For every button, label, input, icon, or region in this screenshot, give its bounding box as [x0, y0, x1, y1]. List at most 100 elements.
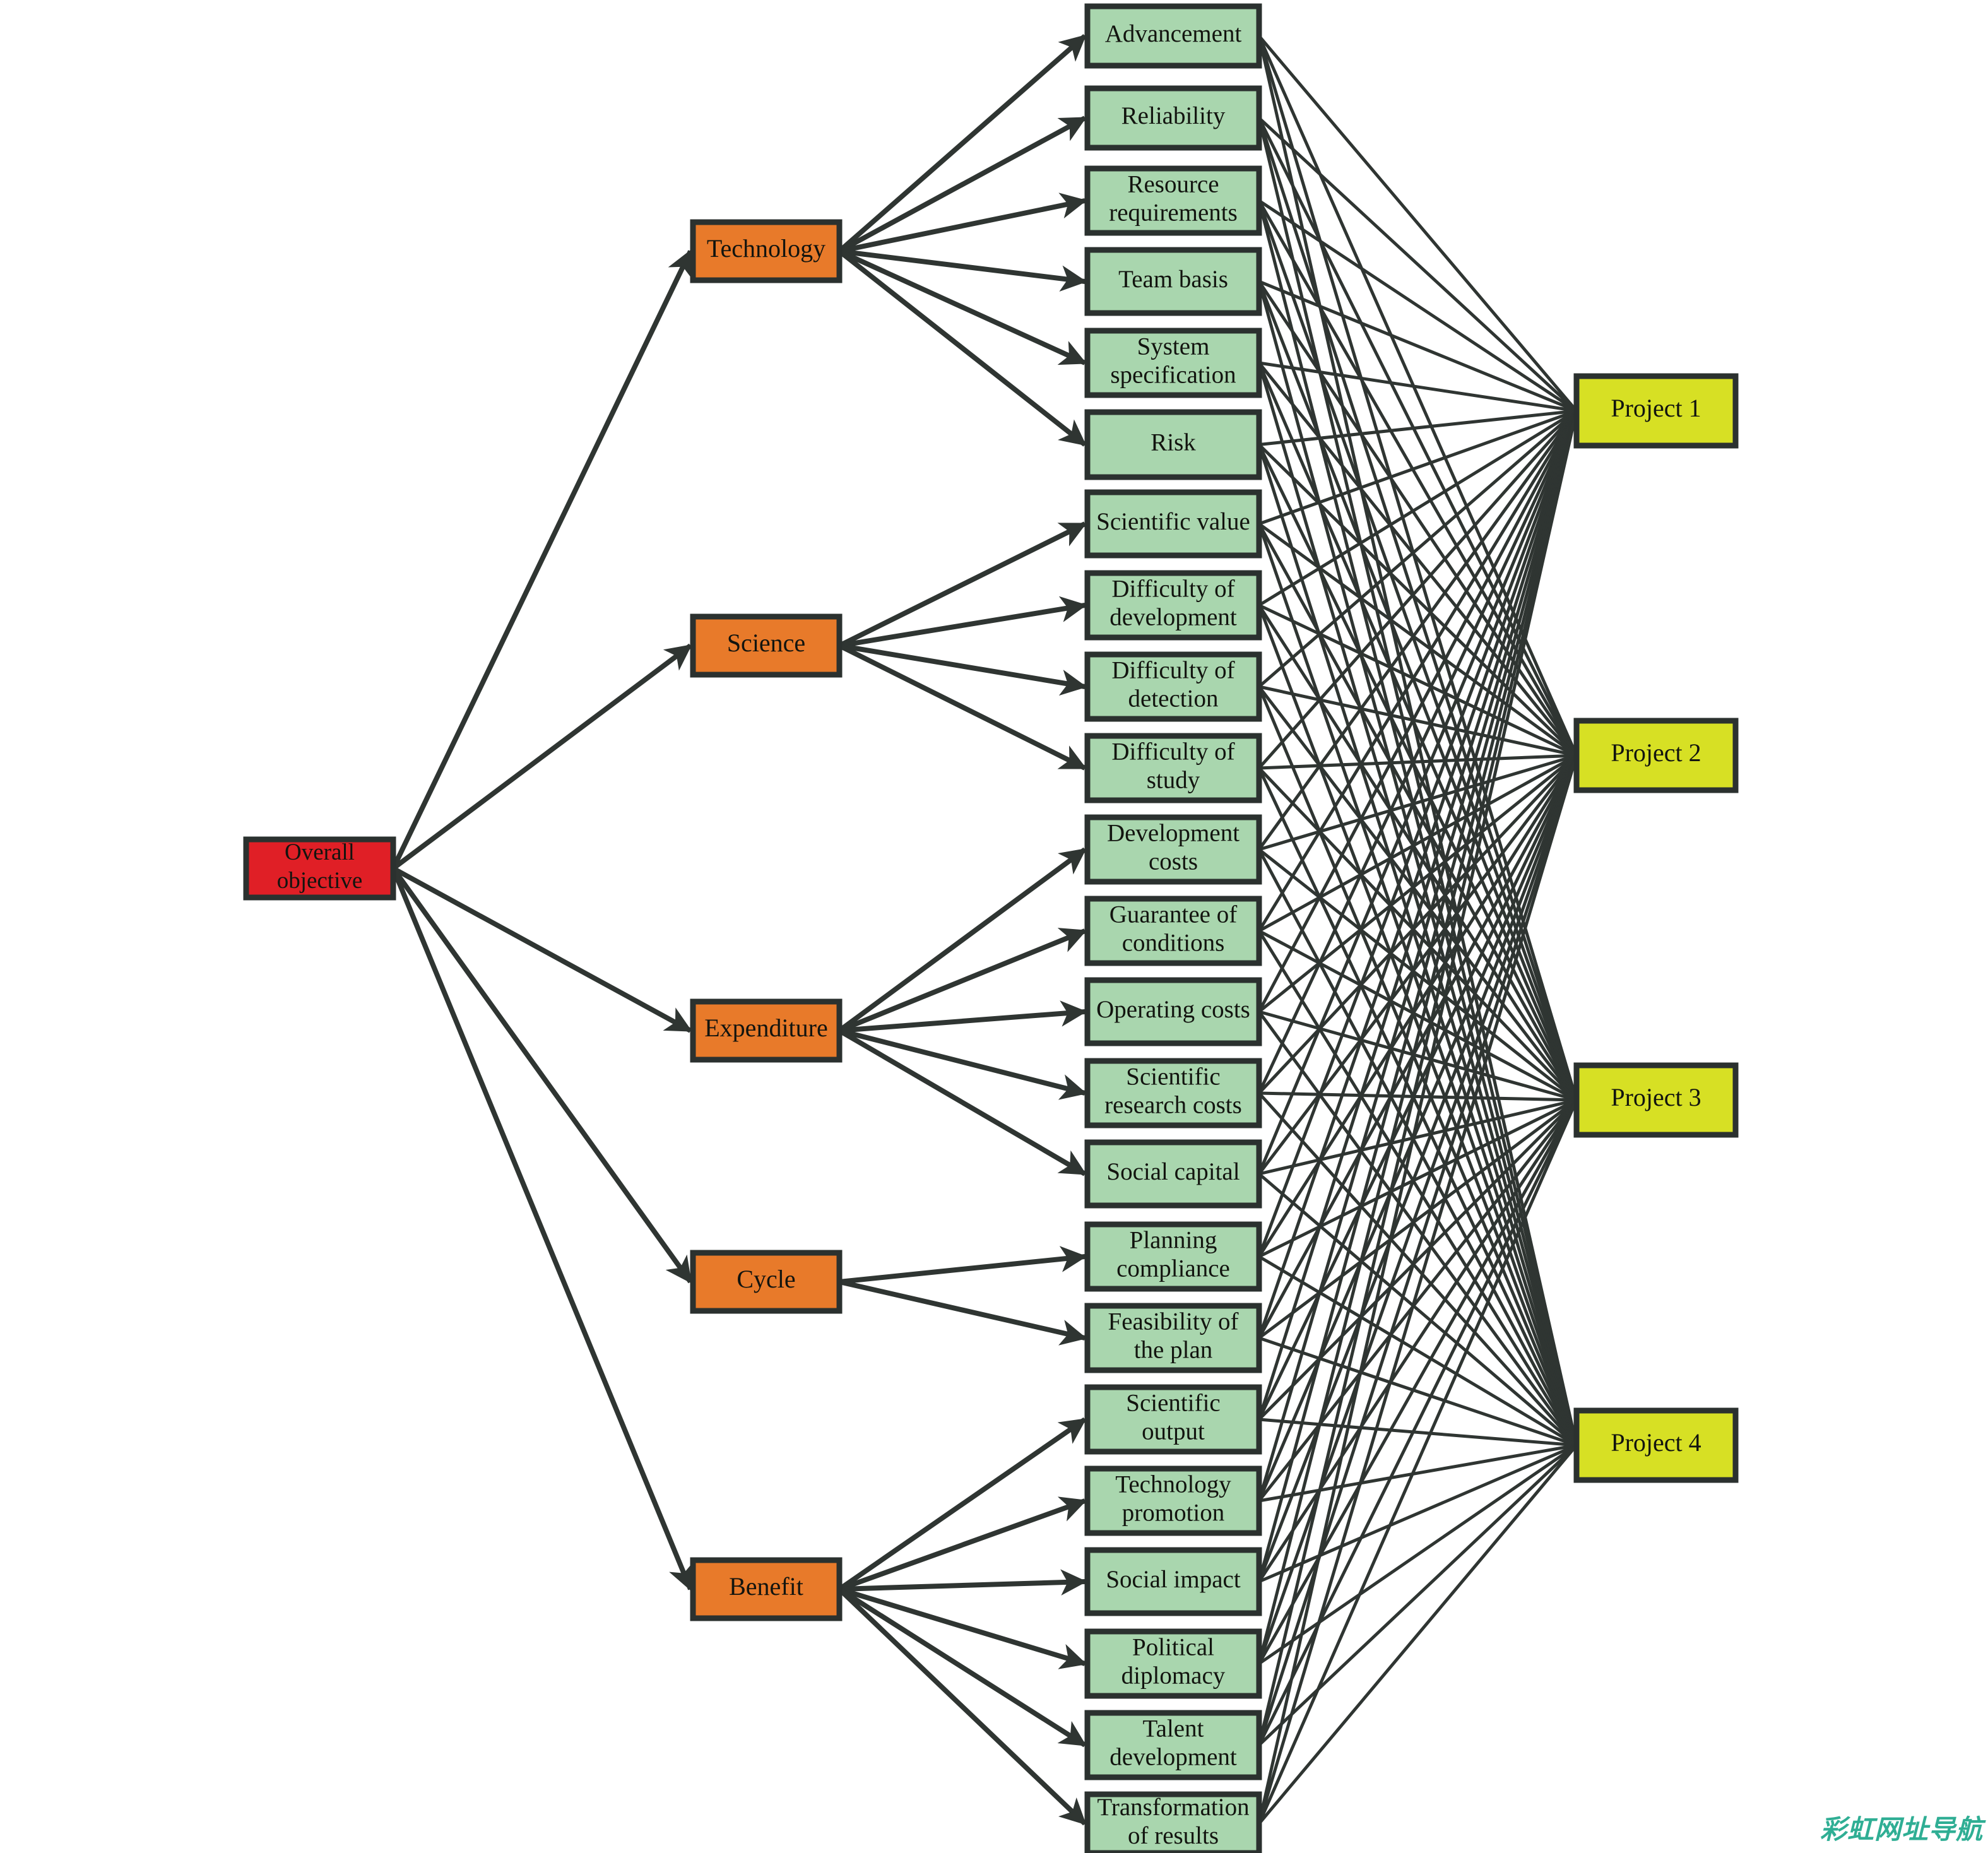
subcriterion-scientific-research-costs[interactable]: Scientificresearch costs	[1084, 1058, 1262, 1128]
subcriterion-development-costs-label: costs	[1149, 848, 1198, 875]
link-goal-to-expenditure	[392, 866, 692, 1033]
subcriterion-political-diplomacy[interactable]: Politicaldiplomacy	[1084, 1628, 1262, 1699]
link-expenditure-to-scientific-research-costs	[839, 1028, 1087, 1100]
hierarchy-links	[391, 33, 1087, 1826]
criterion-science-label: Science	[727, 629, 805, 657]
goal-node-label: Overall	[285, 839, 355, 865]
link-scientific-research-costs-to-project-3	[1258, 1091, 1577, 1102]
subcriterion-guarantee-conditions[interactable]: Guarantee ofconditions	[1084, 896, 1262, 966]
link-benefit-to-social-impact	[839, 1569, 1087, 1595]
subcriterion-scientific-value[interactable]: Scientific value	[1084, 489, 1262, 559]
subcriterion-risk[interactable]: Risk	[1084, 409, 1262, 480]
subcriterion-system-specification-label: specification	[1110, 361, 1236, 388]
link-operating-costs-to-project-1	[1257, 410, 1578, 1013]
subcriterion-risk-label: Risk	[1151, 429, 1196, 456]
link-transformation-results-to-project-4	[1258, 1444, 1578, 1825]
subcriterion-technology-promotion-label: Technology	[1115, 1471, 1231, 1498]
subcriterion-scientific-output-label: output	[1142, 1418, 1205, 1445]
criterion-expenditure-label: Expenditure	[704, 1014, 828, 1042]
subcriterion-scientific-value-label: Scientific value	[1096, 508, 1250, 535]
subcriterion-political-diplomacy-label: Political	[1132, 1633, 1214, 1661]
subcriterion-feasibility-plan-label: the plan	[1134, 1336, 1213, 1363]
alternative-project-4-label: Project 4	[1611, 1428, 1701, 1457]
subcriterion-feasibility-plan-label: Feasibility of	[1108, 1308, 1239, 1335]
subcriterion-technology-promotion[interactable]: Technologypromotion	[1084, 1465, 1262, 1536]
subcriterion-difficulty-development[interactable]: Difficulty ofdevelopment	[1084, 570, 1262, 641]
subcriterion-guarantee-conditions-label: conditions	[1122, 929, 1225, 956]
nodes-layer: Overall objective Technology Science Expendi…	[243, 3, 1739, 1853]
subcriterion-social-impact[interactable]: Social impact	[1084, 1547, 1262, 1616]
subcriterion-reliability-label: Reliability	[1121, 102, 1226, 129]
subcriterion-difficulty-detection-label: Difficulty of	[1111, 656, 1234, 684]
subcriterion-difficulty-detection[interactable]: Difficulty ofdetection	[1084, 651, 1262, 722]
subcriterion-feasibility-plan[interactable]: Feasibility ofthe plan	[1084, 1303, 1262, 1373]
subcriterion-operating-costs[interactable]: Operating costs	[1084, 977, 1262, 1046]
subcriterion-talent-development[interactable]: Talentdevelopment	[1084, 1710, 1262, 1780]
subcriterion-resource-requirements-label: requirements	[1109, 199, 1238, 226]
subcriterion-talent-development-label: Talent	[1143, 1715, 1204, 1742]
criterion-technology-label: Technology	[707, 234, 825, 263]
criterion-cycle[interactable]: Cycle	[690, 1250, 843, 1314]
subcriterion-reliability[interactable]: Reliability	[1084, 85, 1262, 151]
subcriterion-development-costs-label: Development	[1107, 819, 1240, 846]
subcriterion-development-costs[interactable]: Developmentcosts	[1084, 814, 1262, 885]
criterion-cycle-label: Cycle	[737, 1265, 795, 1293]
subcriterion-scientific-research-costs-label: research costs	[1104, 1091, 1242, 1118]
subcriterion-social-capital-label: Social capital	[1106, 1158, 1240, 1185]
alternative-project-1[interactable]: Project 1	[1573, 373, 1739, 449]
subcriterion-advancement-label: Advancement	[1105, 20, 1242, 47]
alternative-project-3[interactable]: Project 3	[1573, 1062, 1739, 1138]
criterion-science[interactable]: Science	[690, 613, 843, 678]
subcriterion-scientific-output[interactable]: Scientificoutput	[1084, 1384, 1262, 1455]
subcriterion-guarantee-conditions-label: Guarantee of	[1109, 901, 1237, 928]
link-cycle-to-feasibility-plan	[839, 1279, 1087, 1346]
subcriterion-social-impact-label: Social impact	[1106, 1566, 1241, 1593]
subcriterion-system-specification[interactable]: Systemspecification	[1084, 328, 1262, 398]
ahp-hierarchy-diagram: Overall objective Technology Science Expendi…	[243, 3, 1739, 1853]
subcriterion-resource-requirements[interactable]: Resourcerequirements	[1084, 165, 1262, 236]
criterion-technology[interactable]: Technology	[690, 219, 843, 283]
subcriterion-planning-compliance-label: compliance	[1116, 1255, 1230, 1282]
subcriterion-difficulty-detection-label: detection	[1128, 685, 1219, 712]
link-expenditure-to-social-capital	[837, 1028, 1087, 1176]
link-goal-to-cycle	[391, 867, 693, 1284]
link-difficulty-study-to-project-2	[1258, 754, 1577, 770]
subcriterion-team-basis[interactable]: Team basis	[1084, 247, 1262, 316]
criterion-expenditure[interactable]: Expenditure	[690, 998, 843, 1063]
subcriterion-difficulty-study-label: study	[1147, 766, 1200, 793]
link-expenditure-to-development-costs	[837, 847, 1087, 1033]
link-technology-to-resource-requirements	[839, 192, 1087, 254]
link-benefit-to-talent-development	[837, 1587, 1087, 1748]
subcriterion-transformation-results-label: Transformation	[1097, 1794, 1249, 1821]
subcriterion-planning-compliance[interactable]: Planningcompliance	[1084, 1221, 1262, 1292]
goal-node[interactable]: Overall objective	[243, 836, 396, 901]
subcriterion-scientific-output-label: Scientific	[1126, 1389, 1220, 1416]
subcriterion-operating-costs-label: Operating costs	[1096, 996, 1250, 1023]
link-cycle-to-planning-compliance	[839, 1246, 1087, 1284]
subcriterion-talent-development-label: development	[1109, 1743, 1237, 1770]
link-technology-to-reliability	[838, 115, 1087, 254]
watermark-text: 彩虹网址导航	[1819, 1814, 1983, 1845]
subcriterion-transformation-results[interactable]: Transformationof results	[1084, 1791, 1262, 1853]
subcriterion-planning-compliance-label: Planning	[1130, 1226, 1217, 1253]
subcriterion-difficulty-study-label: Difficulty of	[1111, 738, 1234, 765]
subcriterion-social-capital[interactable]: Social capital	[1084, 1139, 1262, 1209]
alternative-project-4[interactable]: Project 4	[1573, 1407, 1739, 1483]
subcriterion-political-diplomacy-label: diplomacy	[1121, 1662, 1226, 1689]
link-goal-to-benefit	[391, 867, 694, 1592]
subcriterion-difficulty-study[interactable]: Difficulty ofstudy	[1084, 733, 1262, 803]
subcriteria-to-alternatives-links	[1257, 35, 1578, 1825]
alternative-project-3-label: Project 3	[1611, 1083, 1701, 1111]
link-benefit-to-scientific-output	[837, 1417, 1087, 1592]
link-resource-requirements-to-project-1	[1258, 199, 1578, 413]
subcriterion-team-basis-label: Team basis	[1118, 266, 1228, 293]
subcriterion-resource-requirements-label: Resource	[1127, 170, 1219, 198]
subcriterion-difficulty-development-label: development	[1109, 603, 1237, 630]
criterion-benefit-label: Benefit	[729, 1572, 803, 1601]
link-technology-to-advancement	[837, 33, 1087, 254]
subcriterion-advancement[interactable]: Advancement	[1084, 3, 1262, 69]
alternative-project-2[interactable]: Project 2	[1573, 718, 1739, 793]
criterion-benefit[interactable]: Benefit	[690, 1557, 843, 1621]
link-goal-to-technology	[391, 249, 693, 870]
goal-node-label: objective	[277, 868, 363, 894]
